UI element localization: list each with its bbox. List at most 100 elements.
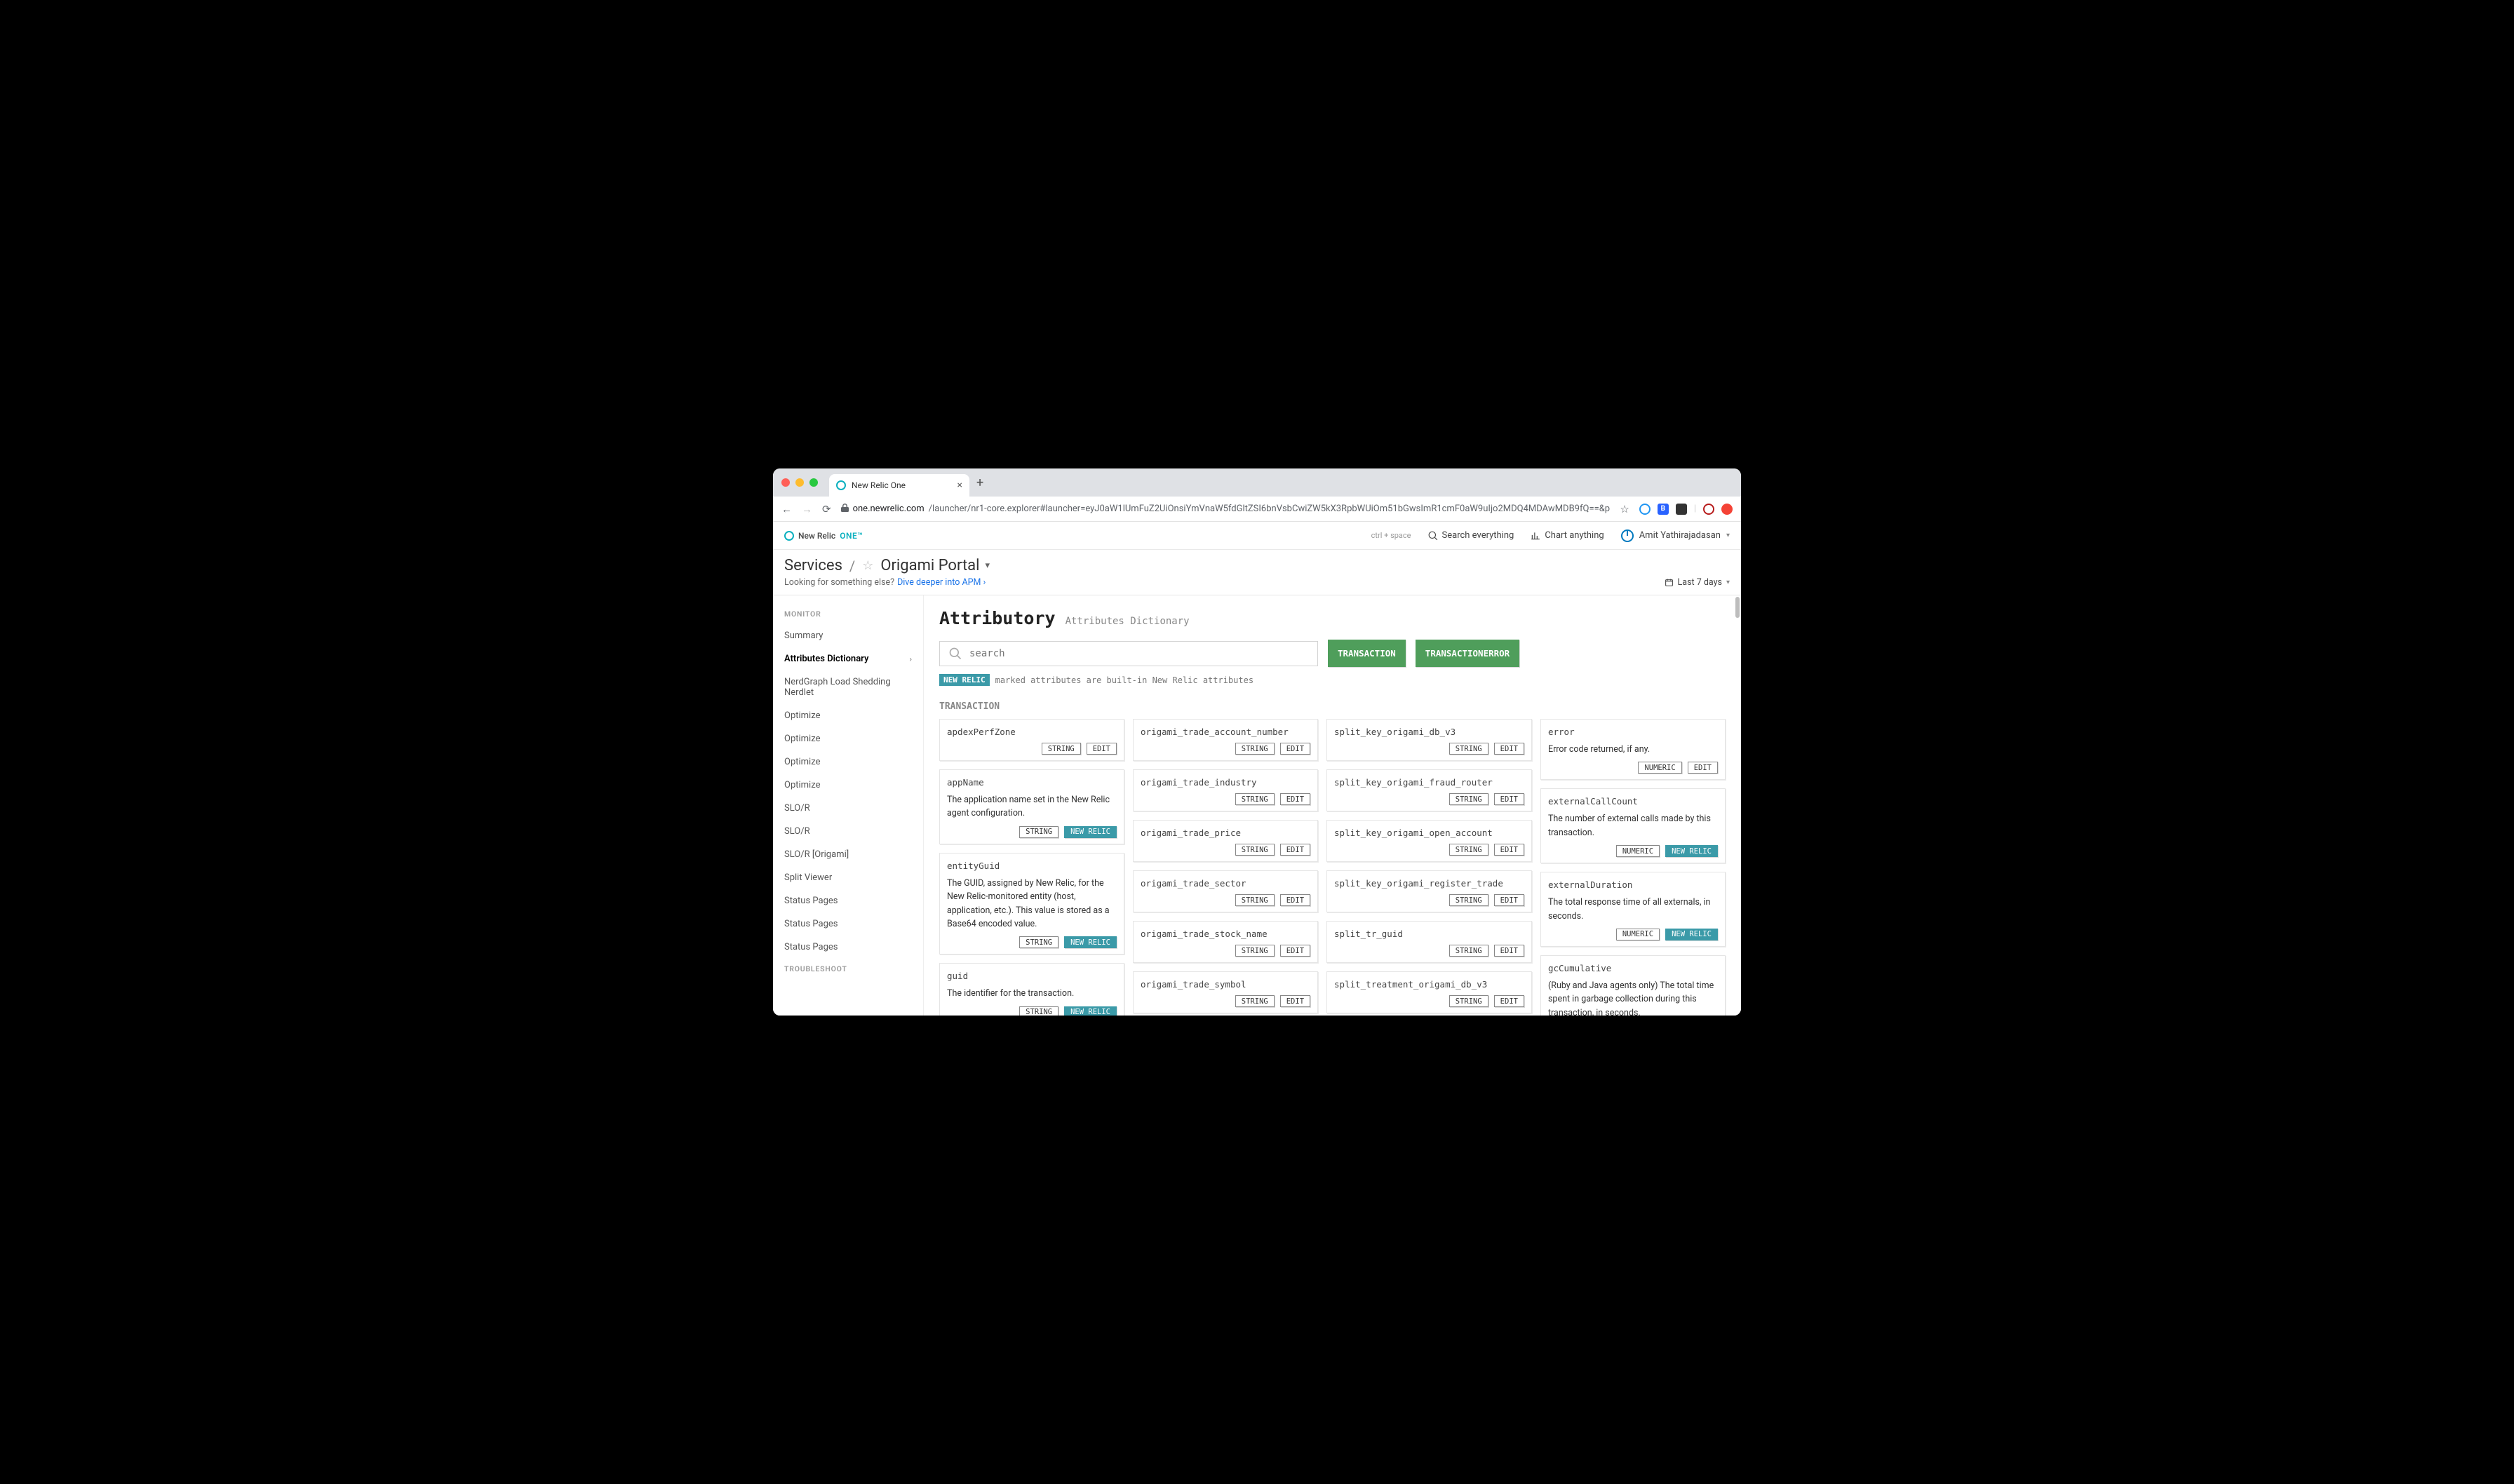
extension-icon[interactable]: [1721, 504, 1733, 515]
attribute-name: appName: [947, 777, 1117, 788]
browser-tab-strip: New Relic One × +: [773, 468, 1741, 497]
sidebar-item[interactable]: Summary: [773, 624, 923, 647]
dive-deeper-link[interactable]: Dive deeper into APM ›: [897, 577, 986, 588]
attribute-name: error: [1548, 727, 1718, 737]
attribute-name: split_key_origami_fraud_router: [1334, 777, 1524, 788]
brand-one: ONE™: [840, 531, 863, 541]
reload-icon[interactable]: ⟳: [822, 503, 831, 515]
extension-icons: B |: [1639, 504, 1733, 515]
back-icon[interactable]: ←: [781, 503, 792, 515]
type-chip: NUMERIC: [1616, 929, 1660, 940]
breadcrumb-services[interactable]: Services: [784, 557, 842, 574]
maximize-window-button[interactable]: [809, 478, 818, 487]
bookmark-star-icon[interactable]: ☆: [1620, 503, 1629, 515]
user-name: Amit Yathirajadasan: [1639, 530, 1721, 541]
edit-button[interactable]: EDIT: [1280, 743, 1310, 755]
edit-button[interactable]: EDIT: [1494, 743, 1524, 755]
sidebar-item[interactable]: SLO/R: [773, 820, 923, 843]
edit-button[interactable]: EDIT: [1494, 844, 1524, 856]
extension-icon[interactable]: [1703, 504, 1714, 515]
page-title: Attributory: [939, 608, 1056, 628]
sidebar-section-monitor: MONITOR: [773, 604, 923, 624]
edit-button[interactable]: EDIT: [1688, 762, 1718, 774]
breadcrumb-entity-name[interactable]: Origami Portal: [880, 557, 979, 574]
edit-button[interactable]: EDIT: [1280, 793, 1310, 805]
sidebar-item[interactable]: Optimize: [773, 774, 923, 797]
attribute-description: Error code returned, if any.: [1548, 743, 1718, 756]
extension-icon[interactable]: [1639, 504, 1651, 515]
edit-button[interactable]: EDIT: [1280, 995, 1310, 1007]
sidebar-item[interactable]: Attributes Dictionary ›: [773, 647, 923, 670]
sidebar-item[interactable]: Optimize: [773, 704, 923, 727]
attribute-name: apdexPerfZone: [947, 727, 1117, 737]
edit-button[interactable]: EDIT: [1280, 945, 1310, 957]
attribute-description: The number of external calls made by thi…: [1548, 812, 1718, 839]
transaction-button[interactable]: TRANSACTION: [1328, 640, 1406, 667]
sidebar-item[interactable]: SLO/R: [773, 797, 923, 820]
sidebar-item[interactable]: Status Pages: [773, 889, 923, 912]
search-icon: [1428, 531, 1438, 541]
address-bar[interactable]: one.newrelic.com/launcher/nr1-core.explo…: [841, 504, 1611, 514]
search-input[interactable]: [969, 648, 1309, 659]
close-tab-icon[interactable]: ×: [957, 480, 962, 491]
edit-button[interactable]: EDIT: [1087, 743, 1117, 755]
user-menu[interactable]: Amit Yathirajadasan ▾: [1621, 529, 1730, 542]
new-tab-button[interactable]: +: [976, 475, 983, 490]
sidebar-item[interactable]: Status Pages: [773, 912, 923, 936]
chart-icon: [1531, 531, 1540, 541]
attribute-name: origami_trade_industry: [1141, 777, 1310, 788]
attribute-name: externalCallCount: [1548, 796, 1718, 807]
lock-icon: [841, 504, 849, 514]
attribute-name: split_key_origami_db_v3: [1334, 727, 1524, 737]
sidebar-item[interactable]: Status Pages: [773, 936, 923, 959]
edit-button[interactable]: EDIT: [1280, 844, 1310, 856]
scrollbar-thumb[interactable]: [1735, 597, 1740, 618]
attribute-card: apdexPerfZoneSTRINGEDIT: [939, 719, 1124, 761]
note-text: marked attributes are built-in New Relic…: [995, 675, 1253, 685]
attribute-name: origami_trade_sector: [1141, 878, 1310, 889]
type-chip: STRING: [1019, 826, 1058, 838]
sidebar-item-label: Optimize: [784, 757, 820, 767]
sidebar-item[interactable]: Split Viewer: [773, 866, 923, 889]
search-everything-label: Search everything: [1442, 530, 1514, 541]
attribute-card: error Error code returned, if any. NUMERIC…: [1540, 719, 1726, 780]
chevron-right-icon: ›: [910, 654, 912, 663]
favorite-star-icon[interactable]: ☆: [862, 558, 873, 573]
attribute-name: split_key_origami_register_trade: [1334, 878, 1524, 889]
divider: |: [1694, 504, 1696, 514]
chevron-down-icon[interactable]: ▾: [985, 560, 990, 571]
search-box[interactable]: [939, 641, 1318, 666]
edit-button[interactable]: EDIT: [1494, 945, 1524, 957]
attribute-card: origami_trade_priceSTRINGEDIT: [1133, 820, 1318, 862]
sidebar-item-label: Status Pages: [784, 919, 838, 929]
breadcrumb-separator: /: [849, 558, 855, 574]
browser-tab[interactable]: New Relic One ×: [829, 474, 969, 497]
edit-button[interactable]: EDIT: [1494, 894, 1524, 906]
sidebar-item-label: Attributes Dictionary: [784, 654, 868, 664]
type-chip: STRING: [1449, 995, 1488, 1007]
minimize-window-button[interactable]: [795, 478, 804, 487]
transactionerror-button[interactable]: TRANSACTIONERROR: [1416, 640, 1519, 667]
extension-icon[interactable]: [1676, 504, 1687, 515]
extension-icon[interactable]: B: [1658, 504, 1669, 515]
edit-button[interactable]: EDIT: [1494, 995, 1524, 1007]
attribute-card: origami_trade_stock_nameSTRINGEDIT: [1133, 921, 1318, 963]
search-everything-button[interactable]: Search everything: [1428, 530, 1514, 541]
sidebar-item[interactable]: SLO/R [Origami]: [773, 843, 923, 866]
tab-title: New Relic One: [852, 480, 906, 490]
chart-anything-label: Chart anything: [1545, 530, 1604, 541]
type-chip: NUMERIC: [1638, 762, 1681, 774]
forward-icon[interactable]: →: [802, 503, 812, 515]
attribute-name: origami_trade_account_number: [1141, 727, 1310, 737]
edit-button[interactable]: EDIT: [1494, 793, 1524, 805]
app-topbar: New Relic ONE™ ctrl + space Search every…: [773, 522, 1741, 550]
sidebar-item[interactable]: Optimize: [773, 750, 923, 774]
edit-button[interactable]: EDIT: [1280, 894, 1310, 906]
sidebar-item[interactable]: Optimize: [773, 727, 923, 750]
url-host: one.newrelic.com: [853, 504, 925, 514]
timepicker[interactable]: Last 7 days ▾: [1665, 577, 1730, 588]
close-window-button[interactable]: [781, 478, 790, 487]
brand-logo[interactable]: New Relic ONE™: [784, 531, 863, 541]
chart-anything-button[interactable]: Chart anything: [1531, 530, 1604, 541]
sidebar-item[interactable]: NerdGraph Load Shedding Nerdlet: [773, 670, 923, 704]
